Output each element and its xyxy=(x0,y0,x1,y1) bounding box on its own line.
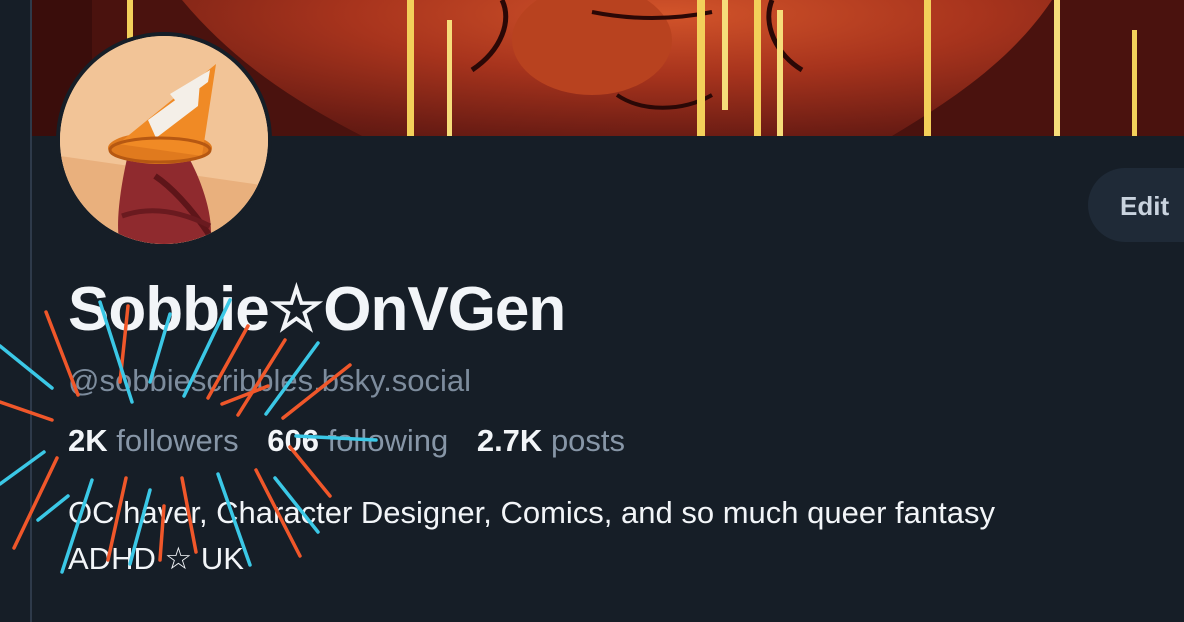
posts-stat: 2.7K posts xyxy=(477,423,625,458)
avatar[interactable] xyxy=(56,32,272,248)
avatar-image xyxy=(60,36,268,244)
posts-count: 2.7K xyxy=(476,423,543,458)
bio-line: ADHD ☆ UK xyxy=(68,541,244,576)
display-name: Sobbie☆OnVGen xyxy=(68,275,566,344)
following-stat[interactable]: 606 following xyxy=(267,423,448,458)
profile-page: Edit Sobbie☆OnVGen @sobbiescribbles.bsky… xyxy=(0,0,1184,622)
edit-profile-button[interactable]: Edit xyxy=(1088,168,1184,242)
followers-count: 2K xyxy=(68,423,108,458)
left-rail-divider xyxy=(0,0,32,622)
profile-stats: 2K followers 606 following 2.7K posts xyxy=(68,423,645,459)
followers-label: followers xyxy=(116,423,239,458)
following-count: 606 xyxy=(267,423,319,458)
profile-handle: @sobbiescribbles.bsky.social xyxy=(68,363,472,398)
followers-stat[interactable]: 2K followers xyxy=(68,423,239,458)
bio-line: OC haver, Character Designer, Comics, an… xyxy=(68,495,995,530)
traffic-cone-character-icon xyxy=(60,36,268,244)
profile-bio: OC haver, Character Designer, Comics, an… xyxy=(68,490,995,582)
posts-label: posts xyxy=(550,423,626,458)
following-label: following xyxy=(327,423,449,458)
